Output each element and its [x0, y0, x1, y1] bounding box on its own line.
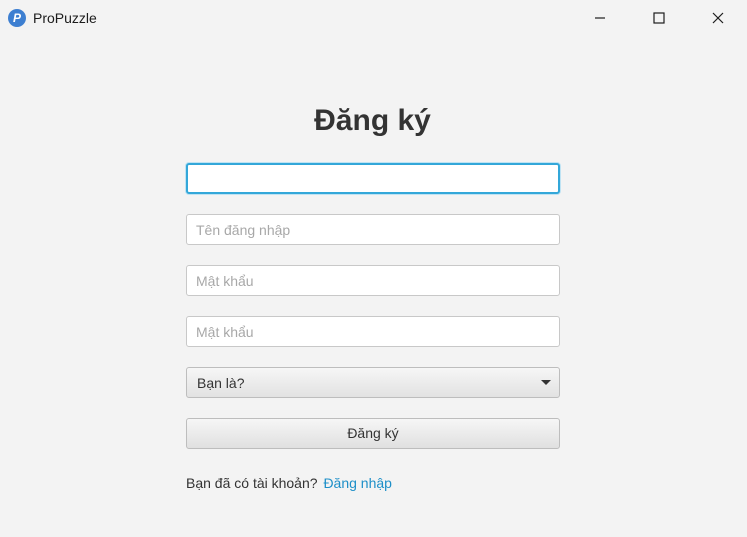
- confirm-password-field[interactable]: [186, 316, 560, 347]
- form-area: Đăng ký Bạn là? Đăng ký Bạn đã có tài kh…: [0, 0, 747, 537]
- chevron-down-icon: [541, 380, 551, 385]
- role-select-value: Bạn là?: [197, 375, 245, 391]
- login-link[interactable]: Đăng nhập: [323, 475, 392, 491]
- app-window: P ProPuzzle Đăng ký Bạn là?: [0, 0, 747, 537]
- register-button[interactable]: Đăng ký: [186, 418, 560, 449]
- login-prompt-text: Bạn đã có tài khoản?: [186, 475, 318, 491]
- name-field[interactable]: [186, 163, 560, 194]
- username-field[interactable]: [186, 214, 560, 245]
- role-select[interactable]: Bạn là?: [186, 367, 560, 398]
- password-field[interactable]: [186, 265, 560, 296]
- page-title: Đăng ký: [314, 104, 431, 137]
- login-prompt: Bạn đã có tài khoản? Đăng nhập: [186, 475, 392, 491]
